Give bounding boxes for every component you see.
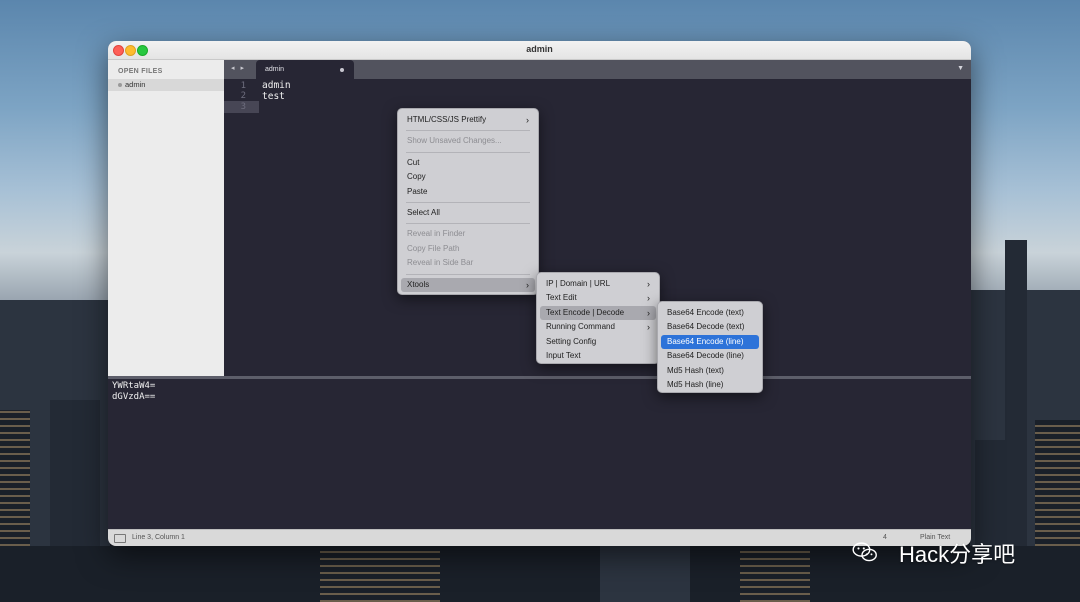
- menu-separator: [406, 151, 530, 153]
- menu-item-text-edit[interactable]: Text Edit ›: [540, 291, 656, 305]
- menu-separator: [406, 130, 530, 132]
- menu-item-md5-hash-text[interactable]: Md5 Hash (text): [661, 364, 759, 378]
- menu-item-running-command[interactable]: Running Command ›: [540, 320, 656, 334]
- menu-item-reveal-sidebar: Reveal in Side Bar: [407, 258, 474, 268]
- menu-item-copy-path: Copy File Path: [407, 243, 460, 253]
- menu-item-reveal-finder: Reveal in Finder: [407, 229, 466, 239]
- context-menu: HTML/CSS/JS Prettify › Show Unsaved Chang…: [397, 108, 539, 295]
- tab-bar: ◂ ▸ admin ▼: [224, 60, 971, 79]
- tab-admin[interactable]: admin: [256, 60, 354, 79]
- menu-item-copy[interactable]: Copy: [401, 170, 535, 184]
- chevron-right-icon: ›: [647, 307, 650, 318]
- tab-size-indicator[interactable]: 4: [883, 534, 887, 541]
- menu-separator: [406, 273, 530, 275]
- title-bar: admin: [108, 41, 971, 60]
- sidebar: OPEN FILES admin: [108, 60, 224, 376]
- cursor-position: Line 3, Column 1: [132, 534, 185, 541]
- menu-item-base64-decode-line[interactable]: Base64 Decode (line): [661, 349, 759, 363]
- menu-item-base64-decode-text[interactable]: Base64 Decode (text): [661, 320, 759, 334]
- wechat-icon: [852, 542, 877, 562]
- window-title: admin: [526, 44, 553, 54]
- chevron-right-icon: ›: [526, 115, 529, 125]
- menu-item-text-encode-decode[interactable]: Text Encode | Decode ›: [540, 305, 656, 321]
- chevron-right-icon: ›: [647, 322, 650, 333]
- menu-item-xtools[interactable]: Xtools ›: [401, 277, 535, 292]
- sidebar-file-admin[interactable]: admin: [108, 79, 224, 91]
- menu-item-ip-domain-url[interactable]: IP | Domain | URL ›: [540, 277, 656, 291]
- tab-dropdown-icon[interactable]: ▼: [957, 65, 964, 72]
- menu-item-select-all[interactable]: Select All: [401, 206, 535, 220]
- watermark-text: Hack分享吧: [899, 542, 1016, 567]
- sidebar-file-label: admin: [125, 80, 146, 89]
- line-number: 2: [240, 91, 246, 101]
- menu-item-paste[interactable]: Paste: [401, 185, 535, 199]
- code-line[interactable]: admin: [262, 80, 291, 91]
- menu-item-prettify[interactable]: HTML/CSS/JS Prettify ›: [401, 113, 535, 127]
- output-panel[interactable]: YWRtaW4= dGVzdA==: [108, 379, 971, 529]
- menu-item-base64-encode-line[interactable]: Base64 Encode (line): [661, 334, 759, 350]
- output-line: dGVzdA==: [112, 392, 156, 402]
- tab-nav-arrows-icon[interactable]: ◂ ▸: [231, 64, 246, 72]
- unsaved-dot-icon[interactable]: [340, 68, 344, 72]
- menu-item-cut[interactable]: Cut: [401, 156, 535, 170]
- open-files-header: OPEN FILES: [118, 68, 163, 75]
- tab-label: admin: [265, 66, 285, 73]
- xtools-submenu: IP | Domain | URL › Text Edit › Text Encod…: [536, 272, 660, 364]
- menu-separator: [406, 201, 530, 203]
- encode-submenu: Base64 Encode (text) Base64 Decode (text…: [657, 301, 763, 393]
- menu-item-setting-config[interactable]: Setting Config: [540, 335, 656, 349]
- chevron-right-icon: ›: [526, 279, 529, 290]
- status-bar: Line 3, Column 1 4 Plain Text: [108, 529, 971, 546]
- menu-item-base64-encode-text[interactable]: Base64 Encode (text): [661, 306, 759, 320]
- menu-item-input-text[interactable]: Input Text: [540, 349, 656, 363]
- file-dot-icon: [118, 83, 122, 87]
- panel-toggle-icon[interactable]: [114, 534, 126, 543]
- chevron-right-icon: ›: [647, 279, 650, 289]
- menu-separator: [406, 223, 530, 225]
- chevron-right-icon: ›: [647, 293, 650, 304]
- code-line[interactable]: test: [262, 91, 285, 102]
- line-number: 3: [240, 102, 246, 112]
- menu-item-md5-hash-line[interactable]: Md5 Hash (line): [661, 378, 759, 392]
- menu-item-show-unsaved: Show Unsaved Changes...: [407, 136, 502, 146]
- output-line: YWRtaW4=: [112, 381, 156, 391]
- line-number: 1: [240, 81, 246, 91]
